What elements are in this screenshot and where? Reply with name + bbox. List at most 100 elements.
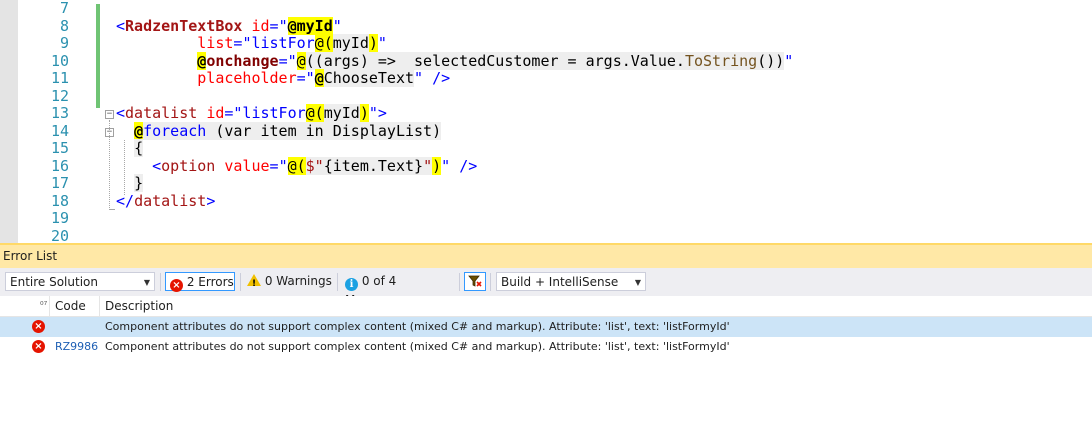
attribute-value: " <box>278 16 288 35</box>
editor-left-margin <box>0 0 18 243</box>
csharp-expression: (var item in DisplayList) <box>206 121 442 140</box>
razor-expression: @ <box>197 51 207 70</box>
csharp-keyword: foreach <box>143 121 207 140</box>
collapse-datalist-icon[interactable]: − <box>105 110 114 119</box>
attribute-name: id <box>251 16 270 35</box>
attribute-name: id <box>206 104 225 122</box>
line-number: 18 <box>50 191 69 210</box>
csharp-identifier: ChooseText <box>323 69 415 87</box>
csharp-string: $" <box>305 156 324 175</box>
razor-expression: ) <box>368 34 378 52</box>
toolbar-separator <box>337 273 338 291</box>
attribute-name: value <box>224 156 270 175</box>
html-tag-name: datalist <box>125 104 198 122</box>
attribute-value: " <box>287 51 297 70</box>
code-line-15: { <box>116 139 144 158</box>
error-list-header: ⁰⁷ Code Description <box>0 296 1092 317</box>
attribute-value: " <box>377 34 387 52</box>
build-source-combo[interactable]: Build + IntelliSense ▼ <box>496 272 646 291</box>
attribute-value: " <box>332 16 342 35</box>
csharp-expression: ((args) => _selectedCustomer = args.Valu… <box>305 51 685 70</box>
csharp-string: " <box>423 156 433 175</box>
error-description: Component attributes do not support comp… <box>105 340 730 353</box>
attribute-value: "listFor <box>233 104 306 122</box>
html-tag-name: option <box>161 156 216 175</box>
code-text: <RadzenTextBox id="@myId" list="listFor@… <box>116 0 793 210</box>
line-number: 16 <box>50 156 69 175</box>
column-header-code[interactable]: Code <box>55 296 86 316</box>
error-list-panel: Error List Entire Solution ▼ × 2 Errors … <box>0 243 1092 433</box>
build-source-combo-value: Build + IntelliSense <box>501 275 619 289</box>
code-line-9: list="listFor@(myId)" <box>197 34 387 52</box>
line-number: 13 <box>50 104 69 122</box>
component-tag-name: RadzenTextBox <box>125 16 243 35</box>
errors-count-label: 2 Errors <box>186 275 234 289</box>
html-tag-name: datalist <box>134 191 207 210</box>
line-number: 17 <box>50 174 69 192</box>
razor-expression: @( <box>287 156 306 175</box>
razor-expression: @ <box>314 69 324 87</box>
error-icon: × <box>170 279 183 292</box>
line-number: 9 <box>59 34 69 52</box>
error-list-toolbar: Entire Solution ▼ × 2 Errors ! 0 Warning… <box>0 268 1092 307</box>
code-line-10: @onchange="@((args) => _selectedCustomer… <box>197 51 794 70</box>
warnings-filter-button[interactable]: ! 0 Warnings <box>247 272 332 291</box>
razor-expression: @myId <box>287 16 333 35</box>
code-editor[interactable]: 7 8 9 10 11 12 13 14 15 16 17 18 19 20 −… <box>0 0 1092 243</box>
razor-expression: @ <box>134 121 144 140</box>
attribute-value: " <box>414 69 424 87</box>
attribute-value: "listFor <box>242 34 315 52</box>
error-row[interactable]: × RZ9986 Component attributes do not sup… <box>0 337 1092 357</box>
toolbar-separator <box>160 273 161 291</box>
code-line-8: <RadzenTextBox id="@myId" <box>116 16 342 35</box>
filter-toggle-button[interactable] <box>464 272 486 291</box>
messages-filter-button[interactable]: i 0 of 4 Messages <box>345 272 457 307</box>
scope-combo[interactable]: Entire Solution ▼ <box>5 272 155 291</box>
razor-expression: @( <box>305 104 324 122</box>
line-number: 15 <box>50 139 69 157</box>
csharp-brace: { <box>134 139 144 157</box>
sort-indicator-icon[interactable]: ⁰⁷ <box>40 296 47 316</box>
warnings-count-label: 0 Warnings <box>264 274 332 288</box>
filter-icon <box>468 275 482 287</box>
csharp-expression: ()) <box>757 51 785 70</box>
column-divider <box>49 296 50 316</box>
razor-expression: ) <box>432 156 442 175</box>
errors-filter-button[interactable]: × 2 Errors <box>165 272 235 292</box>
line-number-gutter: 7 8 9 10 11 12 13 14 15 16 17 18 19 20 <box>18 0 70 243</box>
csharp-identifier: myId <box>323 104 360 122</box>
code-line-14: @foreach (var item in DisplayList) <box>116 121 442 141</box>
line-number: 20 <box>50 226 69 243</box>
code-line-18: </datalist> <box>116 191 216 210</box>
line-number: 11 <box>50 69 69 87</box>
outline-guide-end <box>109 209 115 210</box>
scope-combo-value: Entire Solution <box>10 275 98 289</box>
attribute-value: " <box>368 104 378 122</box>
chevron-down-icon: ▼ <box>143 278 150 287</box>
code-line-13: <datalist id="listFor@(myId)"> <box>116 104 387 122</box>
line-number: 14 <box>50 121 69 140</box>
attribute-name: list <box>197 34 234 52</box>
attribute-value: " <box>441 156 451 175</box>
razor-expression: @ <box>296 51 306 70</box>
error-list-title[interactable]: Error List <box>0 243 1092 268</box>
line-number: 19 <box>50 209 69 227</box>
attribute-value: " <box>305 69 315 87</box>
csharp-method: ToString <box>684 51 758 70</box>
error-icon: × <box>32 340 45 353</box>
attribute-value: " <box>278 156 288 175</box>
toolbar-separator <box>459 273 460 291</box>
toolbar-separator <box>240 273 241 291</box>
info-icon: i <box>345 278 358 291</box>
toolbar-separator <box>490 273 491 291</box>
line-number: 12 <box>50 86 69 105</box>
line-number: 10 <box>50 51 69 70</box>
column-header-description[interactable]: Description <box>105 296 173 316</box>
code-line-16: <option value="@($"{item.Text}")" /> <box>152 156 478 175</box>
error-row[interactable]: × Component attributes do not support co… <box>0 317 1092 337</box>
outline-guide <box>109 120 110 210</box>
error-code[interactable]: RZ9986 <box>55 337 98 357</box>
csharp-interpolation: {item.Text} <box>323 156 424 175</box>
attribute-name: onchange <box>206 51 279 70</box>
attribute-value: " <box>784 51 794 70</box>
